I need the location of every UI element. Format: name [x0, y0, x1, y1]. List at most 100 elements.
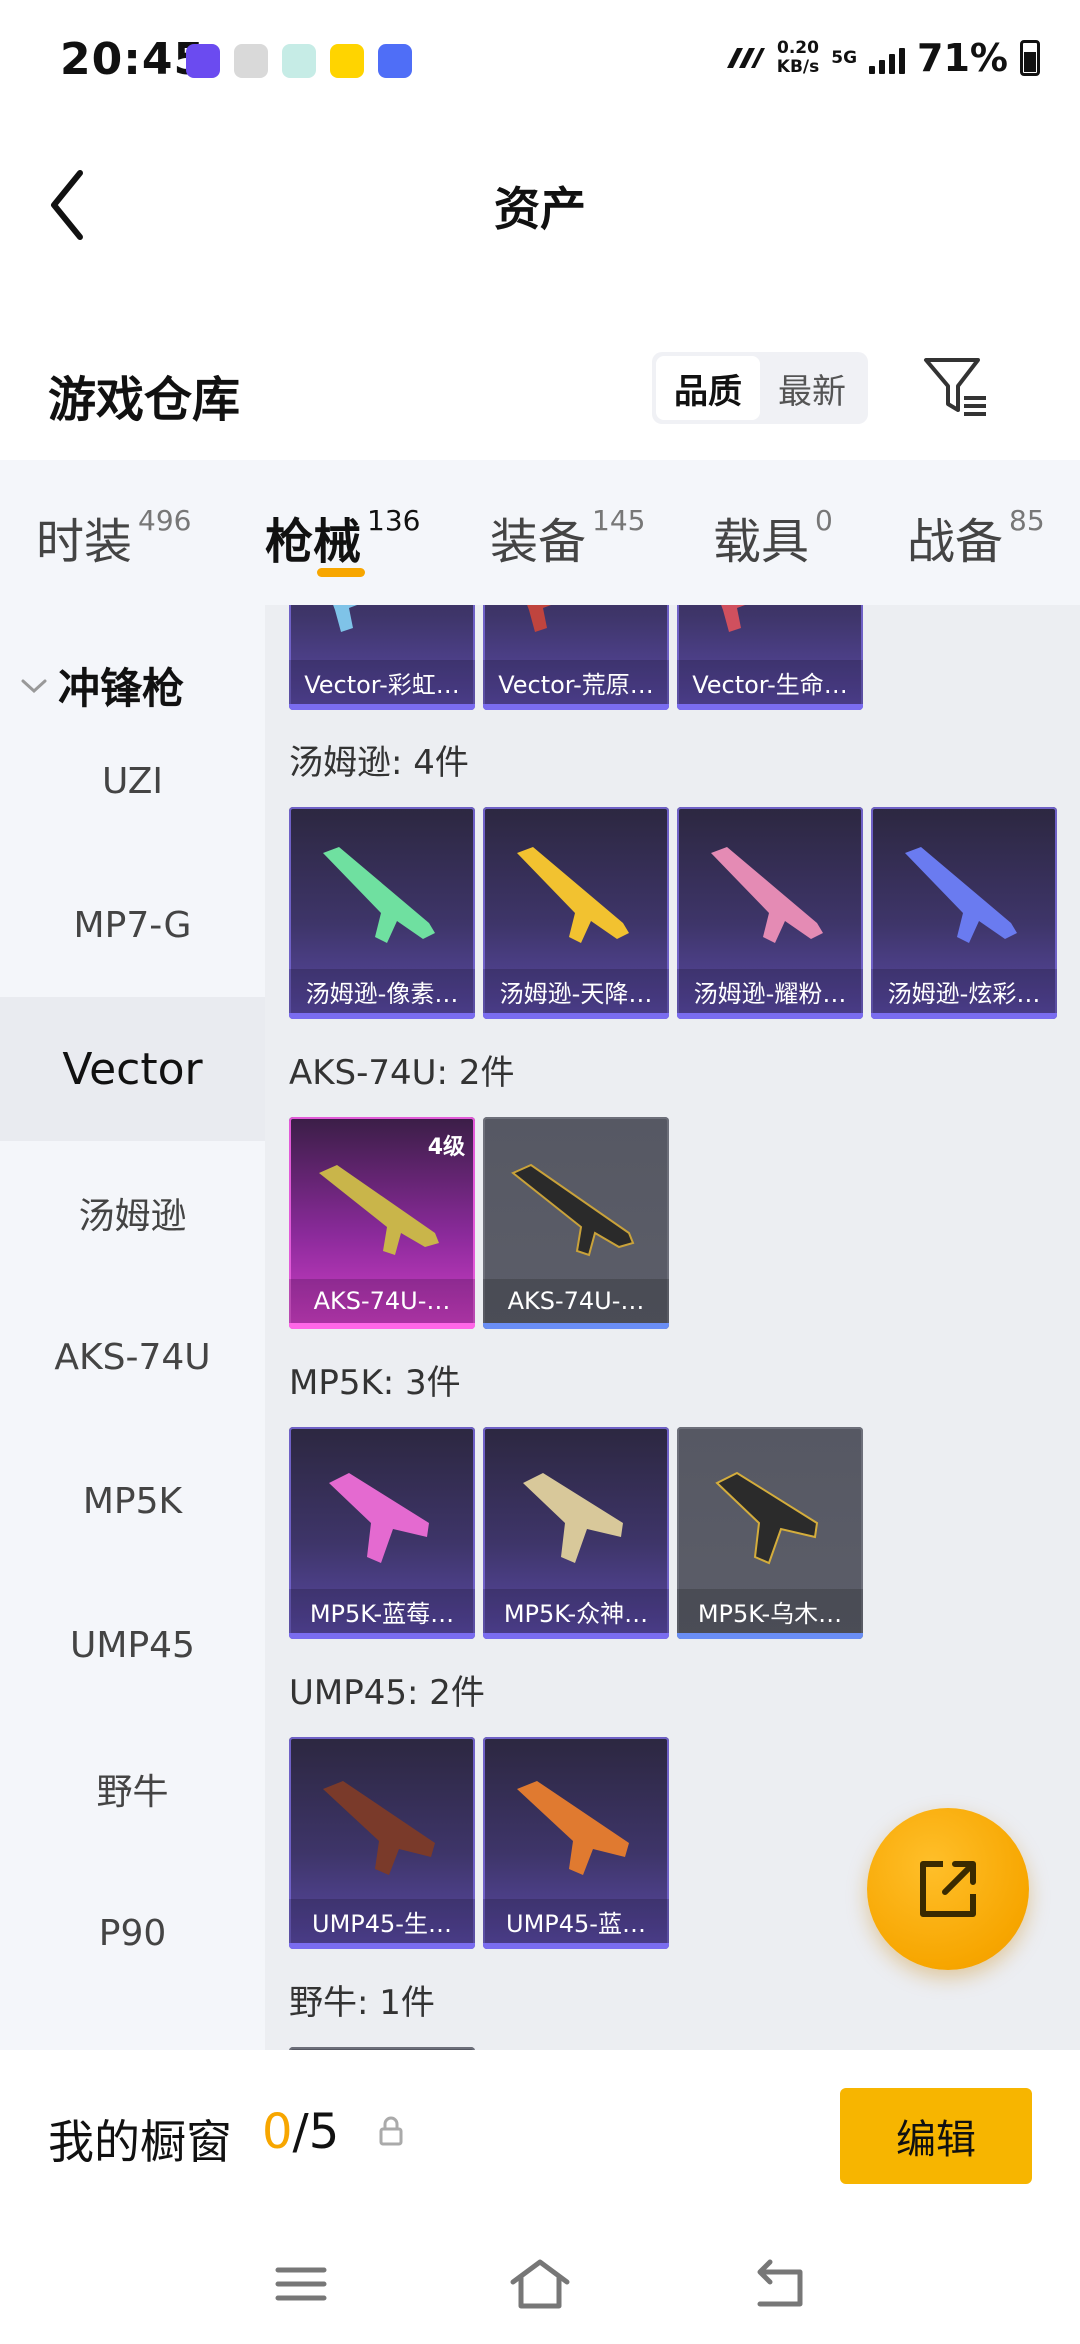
gun-image-icon [333, 605, 358, 632]
showcase-count: 0/5 [262, 2104, 339, 2160]
rarity-bar [289, 704, 475, 710]
showcase-total: /5 [292, 2104, 340, 2160]
battery-icon [1020, 40, 1040, 76]
settings-notification-icon [234, 44, 268, 78]
rarity-bar [483, 704, 669, 710]
showcase-bar: 我的橱窗 0/5 编辑 [0, 2050, 1080, 2230]
weapon-card-name: UMP45-生… [289, 1899, 475, 1943]
weapon-card-name: MP5K-蓝莓… [289, 1589, 475, 1633]
rarity-bar [677, 1013, 863, 1019]
gun-image-icon [721, 605, 746, 632]
tab-vehicles[interactable]: 载具 0 [713, 502, 833, 572]
weapon-card[interactable]: Vector-生命… [677, 605, 863, 710]
sidebar-item-vector[interactable]: Vector [0, 997, 265, 1141]
rarity-bar [677, 1633, 863, 1639]
tab-supplies[interactable]: 战备 85 [907, 502, 1045, 572]
tab-count: 145 [592, 504, 646, 537]
gun-image-icon [715, 1471, 819, 1565]
share-icon [920, 1861, 976, 1917]
warehouse-title: 游戏仓库 [48, 372, 241, 428]
weapon-card[interactable]: 汤姆逊-天降… [483, 807, 669, 1019]
weapon-card-name: Vector-彩虹… [289, 660, 475, 704]
menu-icon[interactable] [266, 2254, 336, 2314]
sidebar-group-label: 冲锋枪 [58, 664, 185, 713]
sort-latest-button[interactable]: 最新 [760, 356, 864, 420]
edit-button[interactable]: 编辑 [840, 2088, 1032, 2184]
rarity-bar [871, 1013, 1057, 1019]
weapon-card[interactable]: MP5K-众神… [483, 1427, 669, 1639]
sidebar-item-uzi[interactable]: UZI [0, 709, 265, 853]
rarity-bar [289, 1323, 475, 1329]
return-icon[interactable] [746, 2254, 816, 2314]
weapon-card-name: AKS-74U-… [289, 1279, 475, 1323]
weapon-card[interactable]: UMP45-蓝… [483, 1737, 669, 1949]
game-notification-icon [330, 44, 364, 78]
sidebar-item-bison[interactable]: 野牛 [0, 1717, 265, 1861]
nfc-icon [726, 48, 765, 68]
weapon-card[interactable]: Vector-彩虹… [289, 605, 475, 710]
section-title-thompson: 汤姆逊: 4件 [289, 743, 469, 783]
weapon-card-name: MP5K-众神… [483, 1589, 669, 1633]
tab-label: 装备 [490, 514, 587, 570]
sidebar-item-p90[interactable]: P90 [0, 1861, 265, 2005]
weapon-card[interactable]: AKS-74U-… [483, 1117, 669, 1329]
weapon-card[interactable]: MP5K-乌木… [677, 1427, 863, 1639]
tab-fashion[interactable]: 时装 496 [36, 502, 191, 572]
rarity-bar [289, 1943, 475, 1949]
tab-firearms[interactable]: 枪械 136 [265, 502, 420, 572]
message-notification-icon [282, 44, 316, 78]
weapon-card[interactable]: UMP45-生… [289, 1737, 475, 1949]
tab-count: 496 [138, 504, 192, 537]
sidebar-item-aks74u[interactable]: AKS-74U [0, 1285, 265, 1429]
gun-image-icon [329, 1473, 429, 1563]
weapon-card[interactable]: 汤姆逊-像素… [289, 807, 475, 1019]
tab-equipment[interactable]: 装备 145 [490, 502, 645, 572]
notification-icons [186, 44, 412, 78]
gun-image-icon [711, 847, 823, 943]
sidebar-item-mp7g[interactable]: MP7-G [0, 853, 265, 997]
weapon-sidebar: 冲锋枪 UZI MP7-G Vector 汤姆逊 AKS-74U MP5K UM… [0, 605, 265, 2050]
weapon-card[interactable]: 汤姆逊-耀粉… [677, 807, 863, 1019]
weapon-card[interactable]: Vector-荒原… [483, 605, 669, 710]
system-nav-bar [0, 2230, 1080, 2344]
screen: { "status_bar": { "time": "20:45", "net_… [0, 0, 1080, 2344]
sort-quality-button[interactable]: 品质 [656, 356, 760, 420]
weapon-card[interactable]: 4级 AKS-74U-… [289, 1117, 475, 1329]
showcase-title: 我的橱窗 [48, 2115, 232, 2169]
filter-icon[interactable] [920, 352, 990, 422]
sidebar-group-smg[interactable]: 冲锋枪 [20, 655, 184, 716]
tab-label: 载具 [713, 514, 810, 570]
gun-image-icon [319, 1165, 439, 1255]
tab-count: 0 [815, 504, 833, 537]
tab-label: 枪械 [265, 514, 362, 570]
active-tab-indicator [317, 568, 365, 577]
sort-toggle: 品质 最新 [652, 352, 868, 424]
header: 资产 [0, 125, 1080, 275]
network-type: 5G [831, 48, 858, 68]
network-speed-value: 0.20 [777, 38, 819, 58]
rarity-bar [483, 1633, 669, 1639]
vivo-notification-icon [378, 44, 412, 78]
chevron-down-icon [21, 679, 47, 693]
status-bar: 20:45 0.20 KB/s 5G 71% [0, 0, 1080, 125]
weapon-card[interactable]: 汤姆逊-炫彩… [871, 807, 1057, 1019]
tab-count: 85 [1009, 504, 1045, 537]
gun-image-icon [517, 1781, 629, 1875]
weapon-card[interactable]: MP5K-蓝莓… [289, 1427, 475, 1639]
rarity-bar [483, 1323, 669, 1329]
share-button[interactable] [867, 1808, 1029, 1970]
rarity-bar [289, 1013, 475, 1019]
network-speed: 0.20 KB/s [777, 39, 819, 77]
home-icon[interactable] [505, 2254, 575, 2314]
tab-label: 战备 [907, 514, 1004, 570]
signal-icon [869, 42, 906, 74]
sidebar-item-thompson[interactable]: 汤姆逊 [0, 1141, 265, 1285]
sidebar-item-ump45[interactable]: UMP45 [0, 1573, 265, 1717]
sidebar-item-mp5k[interactable]: MP5K [0, 1429, 265, 1573]
app-notification-icon [186, 44, 220, 78]
gun-image-icon [523, 1473, 623, 1563]
section-title-ump45: UMP45: 2件 [289, 1673, 485, 1713]
weapon-card-name: UMP45-蓝… [483, 1899, 669, 1943]
status-indicators: 0.20 KB/s 5G 71% [723, 36, 1040, 80]
warehouse-header: 游戏仓库 品质 最新 [0, 330, 1080, 460]
